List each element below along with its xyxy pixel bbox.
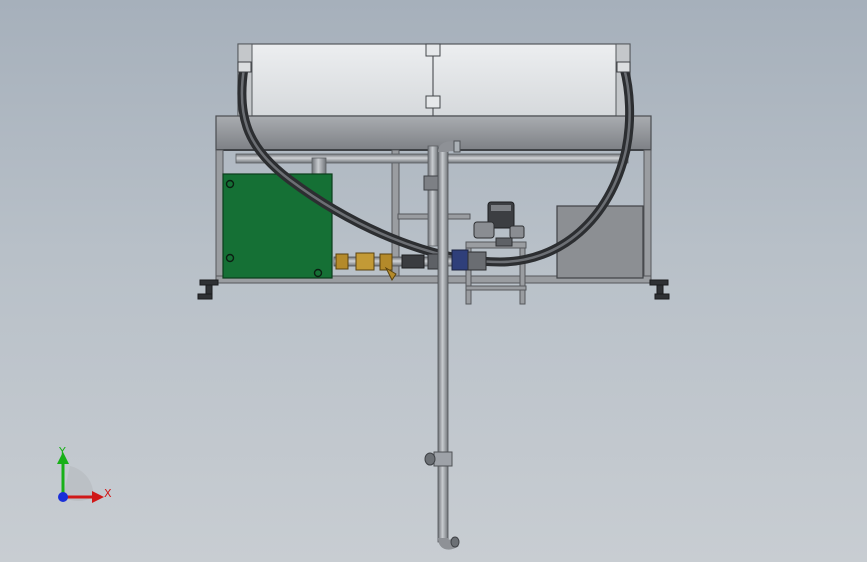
- x-arrowhead-icon: [92, 491, 104, 503]
- x-axis-label: X: [104, 487, 112, 500]
- z-axis-dot: [58, 492, 68, 502]
- fluid-tank[interactable]: [222, 173, 333, 279]
- hose-clamp-icon: [616, 61, 631, 73]
- y-axis-label: Y: [58, 445, 66, 458]
- top-beam: [215, 115, 652, 151]
- panel-housing[interactable]: [237, 43, 631, 117]
- axis-triad: Y X: [57, 445, 112, 503]
- hinge-icon: [425, 43, 441, 57]
- pump-motor[interactable]: [473, 201, 525, 247]
- cad-viewport[interactable]: Y X: [0, 0, 867, 562]
- hinge-icon: [425, 95, 441, 109]
- pipe-opening-icon: [424, 452, 436, 466]
- pipe-opening-icon: [450, 536, 460, 548]
- hose-clamp-icon: [237, 61, 252, 73]
